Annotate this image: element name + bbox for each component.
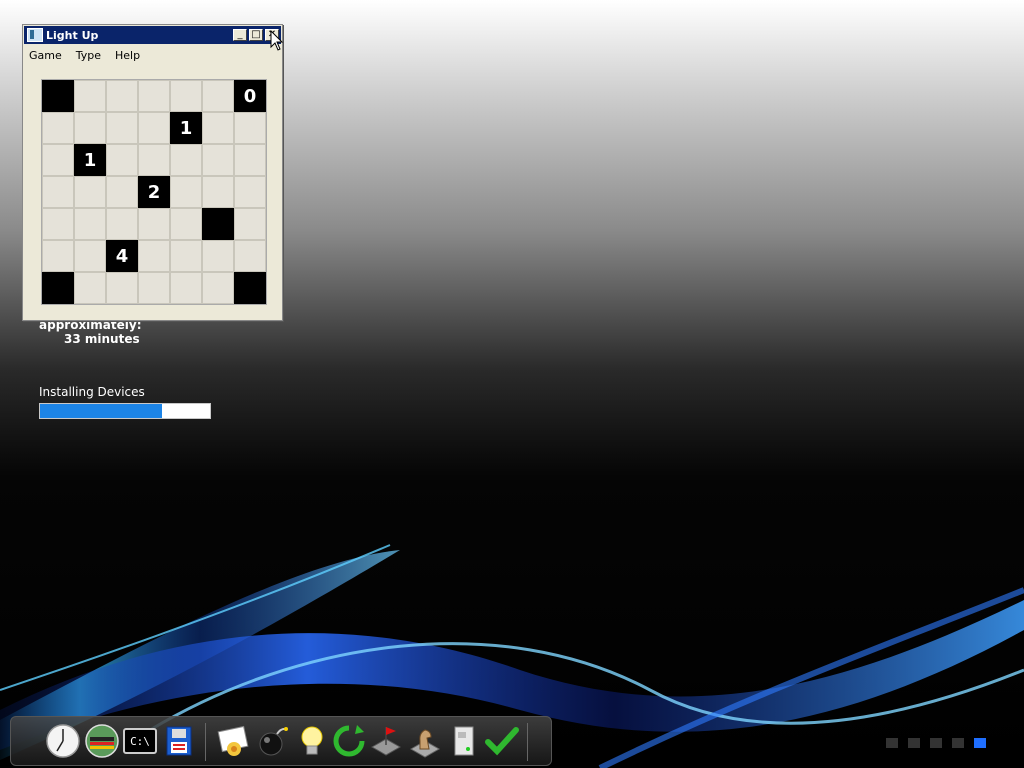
empty-cell[interactable] <box>234 240 266 272</box>
empty-cell[interactable] <box>106 80 138 112</box>
empty-cell[interactable] <box>202 112 234 144</box>
installing-devices-label: Installing Devices <box>39 385 145 399</box>
numbered-wall-cell: 2 <box>138 176 170 208</box>
workspace-2[interactable] <box>908 738 920 748</box>
empty-cell[interactable] <box>74 240 106 272</box>
puzzle-grid: 01124 <box>41 79 267 305</box>
numbered-wall-cell: 4 <box>106 240 138 272</box>
clock-icon[interactable] <box>45 723 81 759</box>
empty-cell[interactable] <box>234 176 266 208</box>
network-icon[interactable] <box>84 723 120 759</box>
empty-cell[interactable] <box>234 112 266 144</box>
empty-cell[interactable] <box>74 176 106 208</box>
empty-cell[interactable] <box>106 112 138 144</box>
light-up-window: Light Up _ □ ✕ Game Type Help 01124 <box>22 24 283 321</box>
empty-cell[interactable] <box>138 272 170 304</box>
empty-cell[interactable] <box>170 80 202 112</box>
maximize-button[interactable]: □ <box>249 29 263 41</box>
empty-cell[interactable] <box>138 112 170 144</box>
install-progress-bar <box>39 403 211 419</box>
server-icon[interactable] <box>446 723 482 759</box>
workspace-3[interactable] <box>930 738 942 748</box>
empty-cell[interactable] <box>106 176 138 208</box>
numbered-wall-cell: 0 <box>234 80 266 112</box>
menu-bar: Game Type Help <box>23 45 282 65</box>
menu-type[interactable]: Type <box>74 49 103 62</box>
wall-cell <box>202 208 234 240</box>
command-prompt-icon[interactable]: C:\ <box>123 728 157 754</box>
lightbulb-icon[interactable] <box>294 723 330 759</box>
empty-cell[interactable] <box>202 176 234 208</box>
empty-cell[interactable] <box>170 272 202 304</box>
empty-cell[interactable] <box>138 240 170 272</box>
empty-cell[interactable] <box>42 240 74 272</box>
mouse-cursor-icon <box>270 30 284 51</box>
empty-cell[interactable] <box>170 176 202 208</box>
empty-cell[interactable] <box>202 80 234 112</box>
empty-cell[interactable] <box>106 208 138 240</box>
empty-cell[interactable] <box>234 144 266 176</box>
install-progress-fill <box>40 404 163 418</box>
empty-cell[interactable] <box>138 144 170 176</box>
empty-cell[interactable] <box>170 144 202 176</box>
chess-knight-icon[interactable] <box>407 723 443 759</box>
paint-icon[interactable] <box>216 723 252 759</box>
empty-cell[interactable] <box>42 176 74 208</box>
refresh-icon[interactable] <box>331 723 367 759</box>
bomb-icon[interactable] <box>255 723 291 759</box>
empty-cell[interactable] <box>202 144 234 176</box>
empty-cell[interactable] <box>234 208 266 240</box>
empty-cell[interactable] <box>42 208 74 240</box>
empty-cell[interactable] <box>202 240 234 272</box>
menu-help[interactable]: Help <box>113 49 142 62</box>
empty-cell[interactable] <box>170 240 202 272</box>
empty-cell[interactable] <box>74 208 106 240</box>
empty-cell[interactable] <box>170 208 202 240</box>
empty-cell[interactable] <box>202 272 234 304</box>
app-icon <box>27 28 43 42</box>
menu-game[interactable]: Game <box>27 49 64 62</box>
numbered-wall-cell: 1 <box>74 144 106 176</box>
command-prompt-text: C:\ <box>130 734 150 748</box>
dock-separator <box>205 723 206 761</box>
empty-cell[interactable] <box>74 112 106 144</box>
empty-cell[interactable] <box>138 80 170 112</box>
empty-cell[interactable] <box>42 112 74 144</box>
window-title: Light Up <box>46 28 99 42</box>
time-remaining: 33 minutes <box>64 332 140 346</box>
empty-cell[interactable] <box>42 144 74 176</box>
empty-cell[interactable] <box>106 144 138 176</box>
checkmark-icon[interactable] <box>484 723 520 759</box>
workspace-4[interactable] <box>952 738 964 748</box>
dock-separator <box>527 723 528 761</box>
empty-cell[interactable] <box>138 208 170 240</box>
empty-cell[interactable] <box>106 272 138 304</box>
floppy-disk-icon[interactable] <box>161 723 197 759</box>
workspace-5-active[interactable] <box>974 738 986 748</box>
minimize-button[interactable]: _ <box>233 29 247 41</box>
wall-cell <box>42 80 74 112</box>
numbered-wall-cell: 1 <box>170 112 202 144</box>
wall-cell <box>42 272 74 304</box>
empty-cell[interactable] <box>74 80 106 112</box>
empty-cell[interactable] <box>74 272 106 304</box>
wall-cell <box>234 272 266 304</box>
title-bar[interactable]: Light Up _ □ ✕ <box>24 26 281 44</box>
workspace-1[interactable] <box>886 738 898 748</box>
flag-puzzle-icon[interactable] <box>368 723 404 759</box>
dock: C:\ <box>10 716 552 766</box>
